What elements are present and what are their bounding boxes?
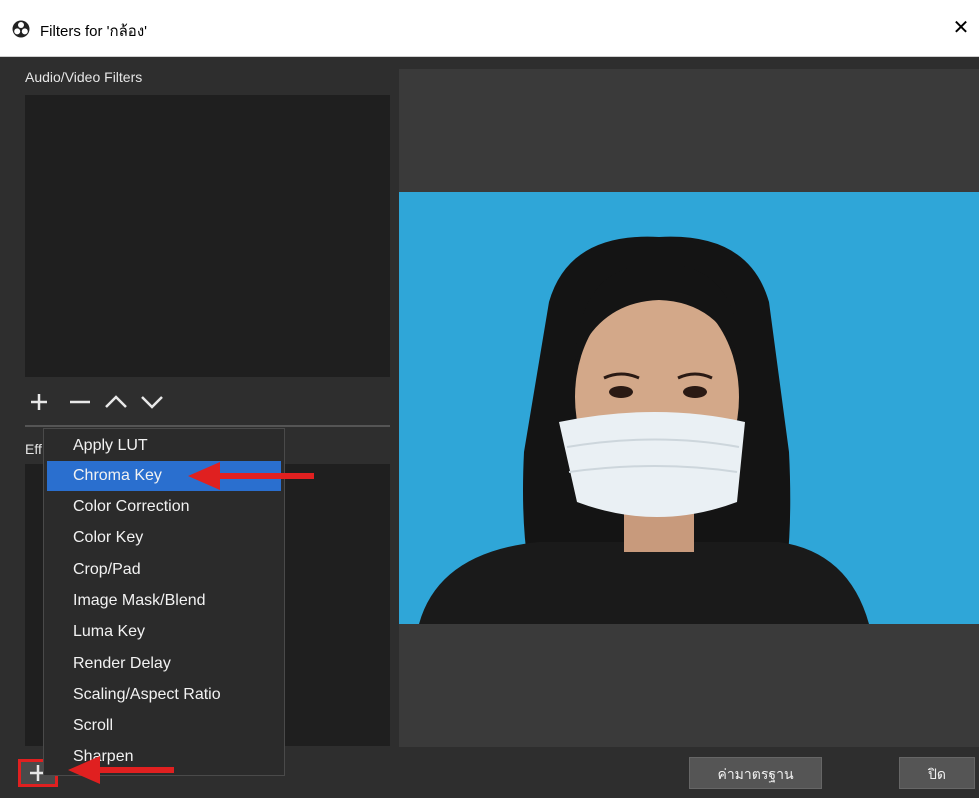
close-button[interactable]: ปิด [899, 757, 975, 789]
close-icon[interactable]: ✕ [949, 14, 973, 40]
defaults-button[interactable]: ค่ามาตรฐาน [689, 757, 822, 789]
remove-filter-button[interactable] [65, 385, 95, 419]
minus-icon [70, 400, 90, 404]
annotation-arrow-add-button [68, 756, 174, 784]
menu-item-crop-pad[interactable]: Crop/Pad [47, 555, 281, 585]
effect-filters-label: Eff [25, 441, 42, 457]
chevron-up-icon [105, 395, 127, 408]
annotation-arrow-chroma-key [188, 462, 314, 490]
window-titlebar: Filters for 'กล้อง' ✕ [0, 0, 979, 57]
move-up-button[interactable] [101, 385, 131, 419]
move-down-button[interactable] [137, 385, 167, 419]
menu-item-color-key[interactable]: Color Key [47, 523, 281, 553]
menu-item-luma-key[interactable]: Luma Key [47, 617, 281, 647]
menu-item-scaling-aspect-ratio[interactable]: Scaling/Aspect Ratio [47, 680, 281, 710]
menu-item-scroll[interactable]: Scroll [47, 711, 281, 741]
preview-area [399, 69, 979, 747]
menu-item-image-mask-blend[interactable]: Image Mask/Blend [47, 586, 281, 616]
section-divider [25, 425, 390, 427]
window-title: Filters for 'กล้อง' [40, 23, 148, 40]
plus-icon [31, 394, 47, 410]
menu-item-apply-lut[interactable]: Apply LUT [47, 431, 281, 461]
menu-item-color-correction[interactable]: Color Correction [47, 492, 281, 522]
chevron-down-icon [141, 396, 163, 409]
obs-logo-icon [12, 20, 30, 38]
menu-item-render-delay[interactable]: Render Delay [47, 649, 281, 679]
camera-preview-image [399, 192, 979, 624]
av-filter-list[interactable] [25, 95, 390, 377]
av-filters-label: Audio/Video Filters [25, 69, 143, 85]
add-filter-button[interactable] [25, 385, 55, 419]
camera-preview [399, 192, 979, 624]
filter-toolbar [25, 385, 195, 419]
